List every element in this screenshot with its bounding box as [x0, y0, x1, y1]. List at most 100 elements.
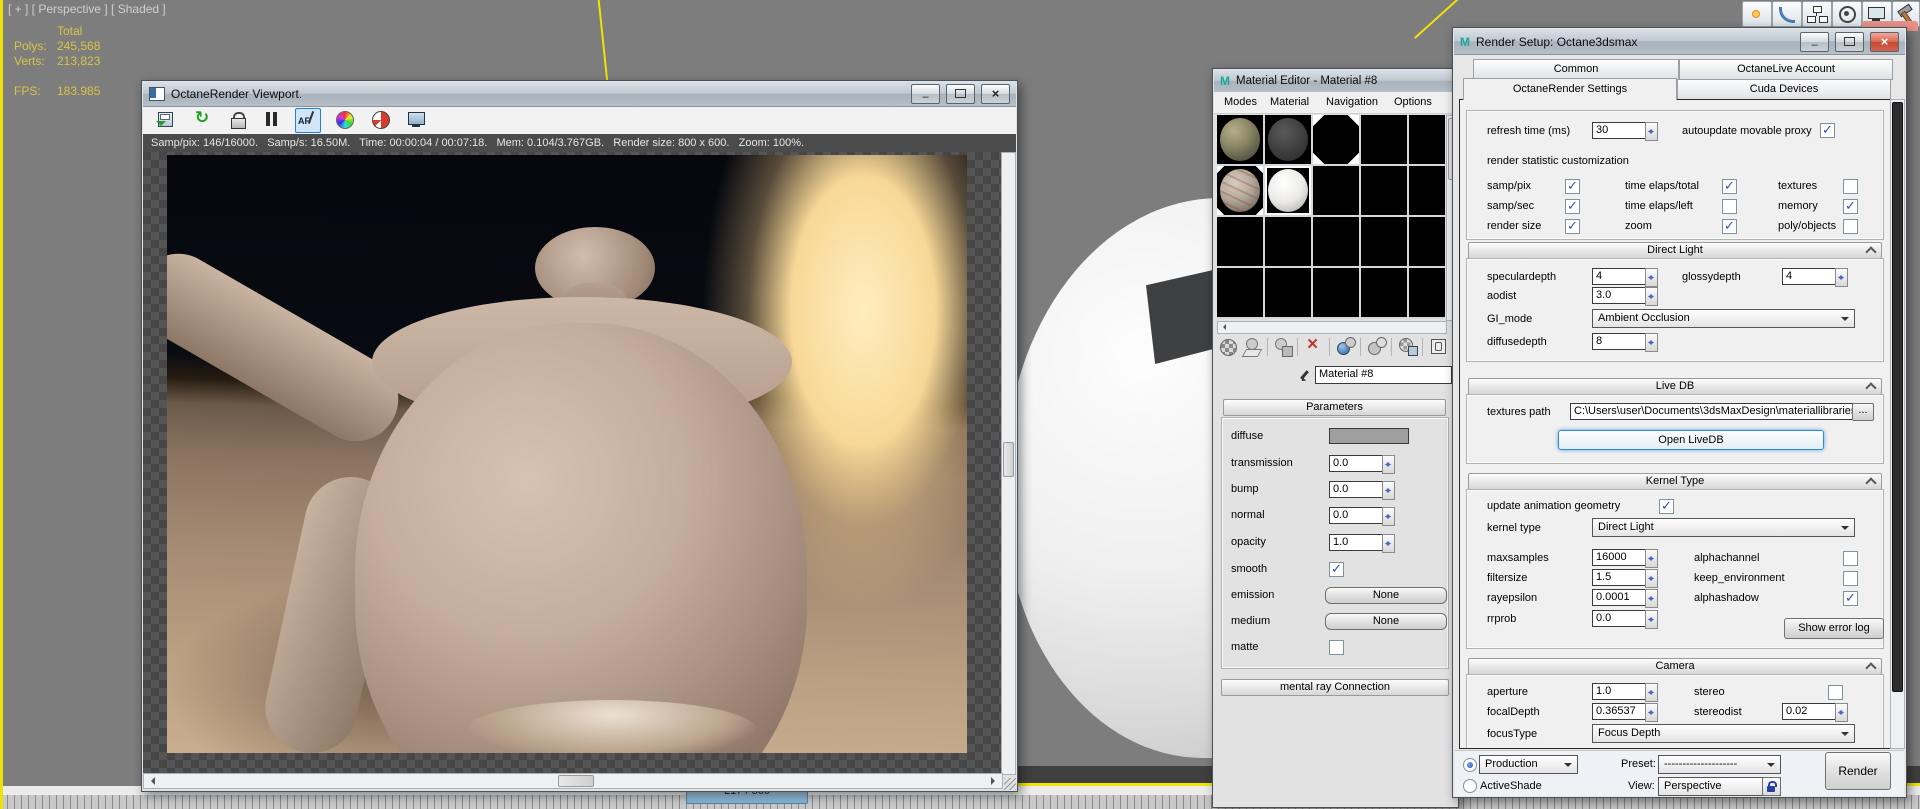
tab-cuda-devices[interactable]: Cuda Devices [1677, 79, 1891, 100]
focaldepth-spinner[interactable] [1645, 703, 1658, 722]
aodist-spinner[interactable] [1645, 287, 1658, 306]
render-setup-window[interactable]: M Render Setup: Octane3dsmax Common Octa… [1452, 27, 1907, 798]
emission-button[interactable]: None [1325, 587, 1447, 604]
save-image-button[interactable] [154, 109, 178, 132]
settings-scrollbar[interactable] [1890, 99, 1905, 749]
rayepsilon-field[interactable]: 0.0001 [1592, 589, 1647, 606]
render-priority-button[interactable] [369, 109, 393, 132]
speculardepth-field[interactable]: 4 [1592, 268, 1647, 285]
maximize-button[interactable] [1835, 31, 1864, 52]
sample-slot-active[interactable] [1265, 166, 1311, 215]
slots-hscrollbar[interactable] [1217, 321, 1447, 334]
aodist-field[interactable]: 3.0 [1592, 287, 1647, 304]
settings-scroll-thumb[interactable] [1892, 102, 1903, 692]
diffuse-color-swatch[interactable] [1329, 428, 1409, 444]
alphashadow-checkbox[interactable] [1843, 590, 1858, 606]
filtersize-spinner[interactable] [1645, 569, 1658, 588]
menu-options[interactable]: Options [1394, 96, 1432, 108]
camera-rollout[interactable]: Camera [1468, 658, 1882, 675]
alphachannel-checkbox[interactable] [1843, 551, 1858, 566]
sample-slot[interactable] [1265, 268, 1311, 317]
samp-pix-checkbox[interactable] [1565, 178, 1580, 194]
sample-slot[interactable] [1409, 217, 1445, 266]
maxsamples-spinner[interactable] [1645, 549, 1658, 568]
viewport-hscrollbar[interactable] [143, 773, 1003, 789]
opacity-field[interactable]: 1.0 [1329, 534, 1384, 551]
parameters-rollout[interactable]: Parameters [1223, 399, 1446, 416]
sample-slot[interactable] [1217, 217, 1263, 266]
sample-slot-dark[interactable] [1265, 115, 1311, 164]
eyedropper-icon[interactable] [1297, 368, 1311, 386]
live-db-rollout[interactable]: Live DB [1468, 378, 1882, 395]
sample-slot-marble[interactable] [1217, 166, 1263, 215]
refresh-time-field[interactable]: 30 [1592, 122, 1647, 139]
sample-slot-rock[interactable] [1217, 115, 1263, 164]
tab-common[interactable]: Common [1473, 59, 1679, 80]
render-canvas-area[interactable] [143, 152, 1001, 773]
opacity-spinner[interactable] [1382, 534, 1395, 553]
smooth-checkbox[interactable] [1329, 561, 1344, 577]
kernel-type-rollout[interactable]: Kernel Type [1468, 473, 1882, 490]
rrprob-field[interactable]: 0.0 [1592, 610, 1647, 627]
sample-slot[interactable] [1361, 217, 1407, 266]
minimize-button[interactable] [911, 84, 940, 104]
glossydepth-spinner[interactable] [1835, 268, 1848, 287]
scroll-right-arrow[interactable] [991, 777, 999, 785]
pause-button[interactable] [260, 109, 284, 132]
production-radio[interactable] [1463, 758, 1477, 772]
textures-checkbox[interactable] [1843, 179, 1858, 194]
sample-slot-black-white[interactable] [1313, 115, 1359, 164]
collapse-icon[interactable] [1865, 477, 1877, 489]
render-setup-titlebar[interactable]: M Render Setup: Octane3dsmax [1454, 29, 1905, 55]
normal-field[interactable]: 0.0 [1329, 507, 1384, 524]
render-setup-tool-button[interactable] [1832, 1, 1862, 27]
time-left-checkbox[interactable] [1722, 199, 1737, 214]
activeshade-radio[interactable] [1463, 779, 1477, 793]
sample-slot[interactable] [1361, 268, 1407, 317]
collapse-icon[interactable] [1865, 382, 1877, 394]
show-realistic-button[interactable] [1366, 335, 1390, 358]
open-livedb-button[interactable]: Open LiveDB [1558, 430, 1824, 450]
browse-button[interactable]: ... [1852, 403, 1874, 421]
resize-grip[interactable] [1004, 778, 1016, 790]
put-to-scene-button[interactable] [1241, 335, 1266, 358]
rrprob-spinner[interactable] [1645, 610, 1658, 629]
scroll-left-arrow[interactable] [1220, 324, 1226, 330]
filtersize-field[interactable]: 1.5 [1592, 569, 1647, 586]
sample-slot[interactable] [1313, 217, 1359, 266]
sample-slot[interactable] [1217, 268, 1263, 317]
menu-navigation[interactable]: Navigation [1326, 96, 1378, 108]
textures-path-field[interactable]: C:\Users\user\Documents\3dsMaxDesign\mat… [1570, 403, 1853, 420]
viewport-vscrollbar[interactable] [1001, 152, 1016, 775]
bump-spinner[interactable] [1382, 481, 1395, 500]
normal-spinner[interactable] [1382, 507, 1395, 526]
sample-slot[interactable] [1361, 115, 1407, 164]
sample-slot[interactable] [1265, 217, 1311, 266]
diffusedepth-spinner[interactable] [1645, 333, 1658, 352]
update-anim-checkbox[interactable] [1659, 498, 1674, 514]
sample-slot[interactable] [1313, 268, 1359, 317]
glossydepth-field[interactable]: 4 [1782, 268, 1837, 285]
schematic-view-button[interactable] [1802, 1, 1832, 27]
material-name-field[interactable]: Material #8 [1315, 366, 1452, 384]
maximize-button[interactable] [946, 84, 975, 104]
transmission-field[interactable]: 0.0 [1329, 455, 1384, 472]
gi-mode-dropdown[interactable]: Ambient Occlusion [1592, 309, 1855, 328]
collapse-icon[interactable] [1865, 246, 1877, 258]
close-button[interactable] [981, 84, 1010, 104]
close-button[interactable] [1870, 31, 1899, 52]
focaldepth-field[interactable]: 0.36537 [1592, 703, 1647, 720]
refresh-time-spinner[interactable] [1645, 122, 1658, 141]
curve-tool-button[interactable] [1772, 1, 1802, 27]
assign-material-button[interactable] [1272, 335, 1296, 358]
lock-button[interactable] [226, 109, 250, 132]
maxsamples-field[interactable]: 16000 [1592, 549, 1647, 566]
render-size-checkbox[interactable] [1565, 218, 1580, 234]
aperture-field[interactable]: 1.0 [1592, 683, 1647, 700]
vscroll-thumb[interactable] [1003, 442, 1014, 477]
production-dropdown[interactable]: Production [1479, 755, 1578, 774]
aperture-spinner[interactable] [1645, 683, 1658, 702]
mental-ray-rollout[interactable]: mental ray Connection [1221, 679, 1449, 696]
tab-octanerender-settings[interactable]: OctaneRender Settings [1463, 78, 1677, 100]
reset-material-button[interactable]: × [1303, 334, 1327, 358]
